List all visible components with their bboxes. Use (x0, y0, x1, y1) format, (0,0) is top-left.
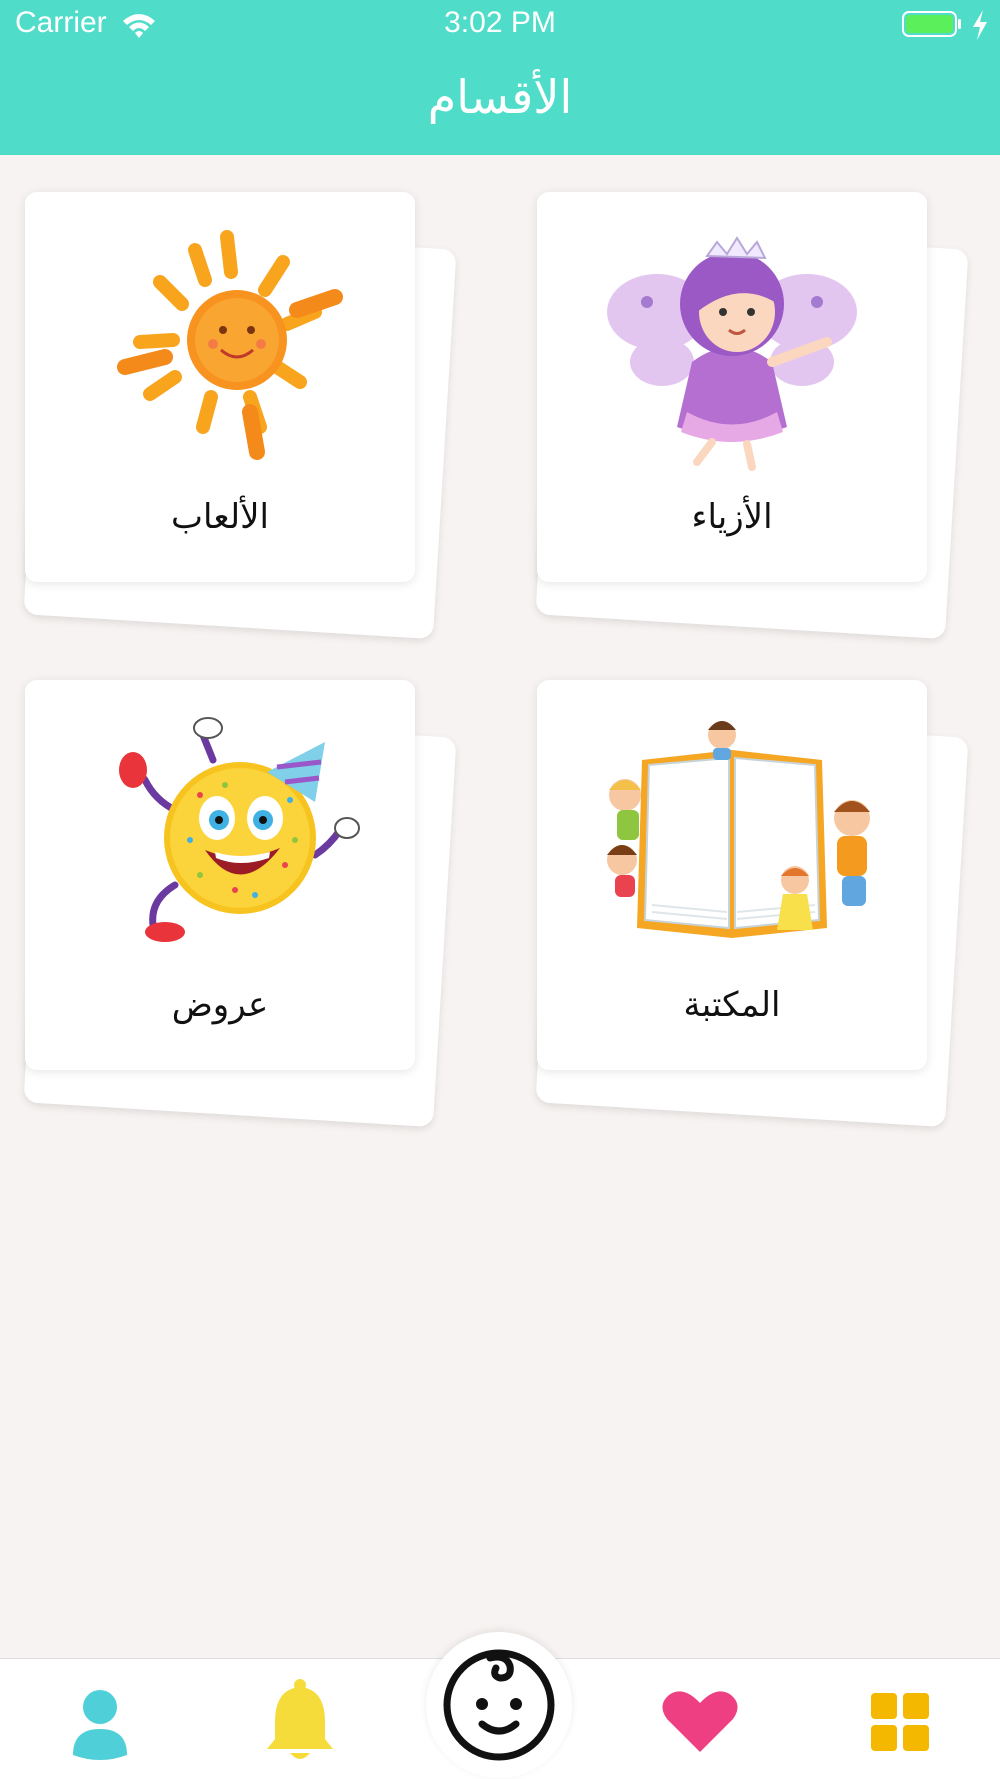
category-label: المكتبة (683, 985, 781, 1025)
page-title: الأقسام (427, 70, 573, 124)
category-label: عروض (171, 985, 269, 1025)
grid-icon[interactable] (855, 1677, 945, 1767)
category-card-toys[interactable]: الألعاب (23, 192, 475, 640)
charging-icon (973, 10, 987, 40)
sun-illustration (117, 230, 343, 460)
category-card-offers[interactable]: عروض (23, 680, 475, 1128)
category-label: الأزياء (691, 497, 773, 537)
top-bar: Carrier 3:02 PM الأقسام (0, 0, 1000, 155)
home-baby-button[interactable] (426, 1632, 572, 1778)
baby-face-icon (443, 1649, 555, 1761)
category-label: الألعاب (171, 497, 269, 537)
card-face: المكتبة (537, 680, 927, 1070)
category-card-library[interactable]: المكتبة (535, 680, 987, 1128)
book-with-kids-illustration (607, 721, 870, 938)
bell-icon[interactable] (255, 1677, 345, 1767)
profile-icon[interactable] (55, 1677, 145, 1767)
battery-icon (902, 11, 961, 37)
heart-icon[interactable] (655, 1677, 745, 1767)
status-time: 3:02 PM (444, 6, 556, 39)
card-face: الألعاب (25, 192, 415, 582)
card-face: عروض (25, 680, 415, 1070)
category-card-fashion[interactable]: الأزياء (535, 192, 987, 640)
party-smiley-balloon-illustration (119, 717, 360, 942)
card-face: الأزياء (537, 192, 927, 582)
fairy-illustration (607, 236, 857, 471)
